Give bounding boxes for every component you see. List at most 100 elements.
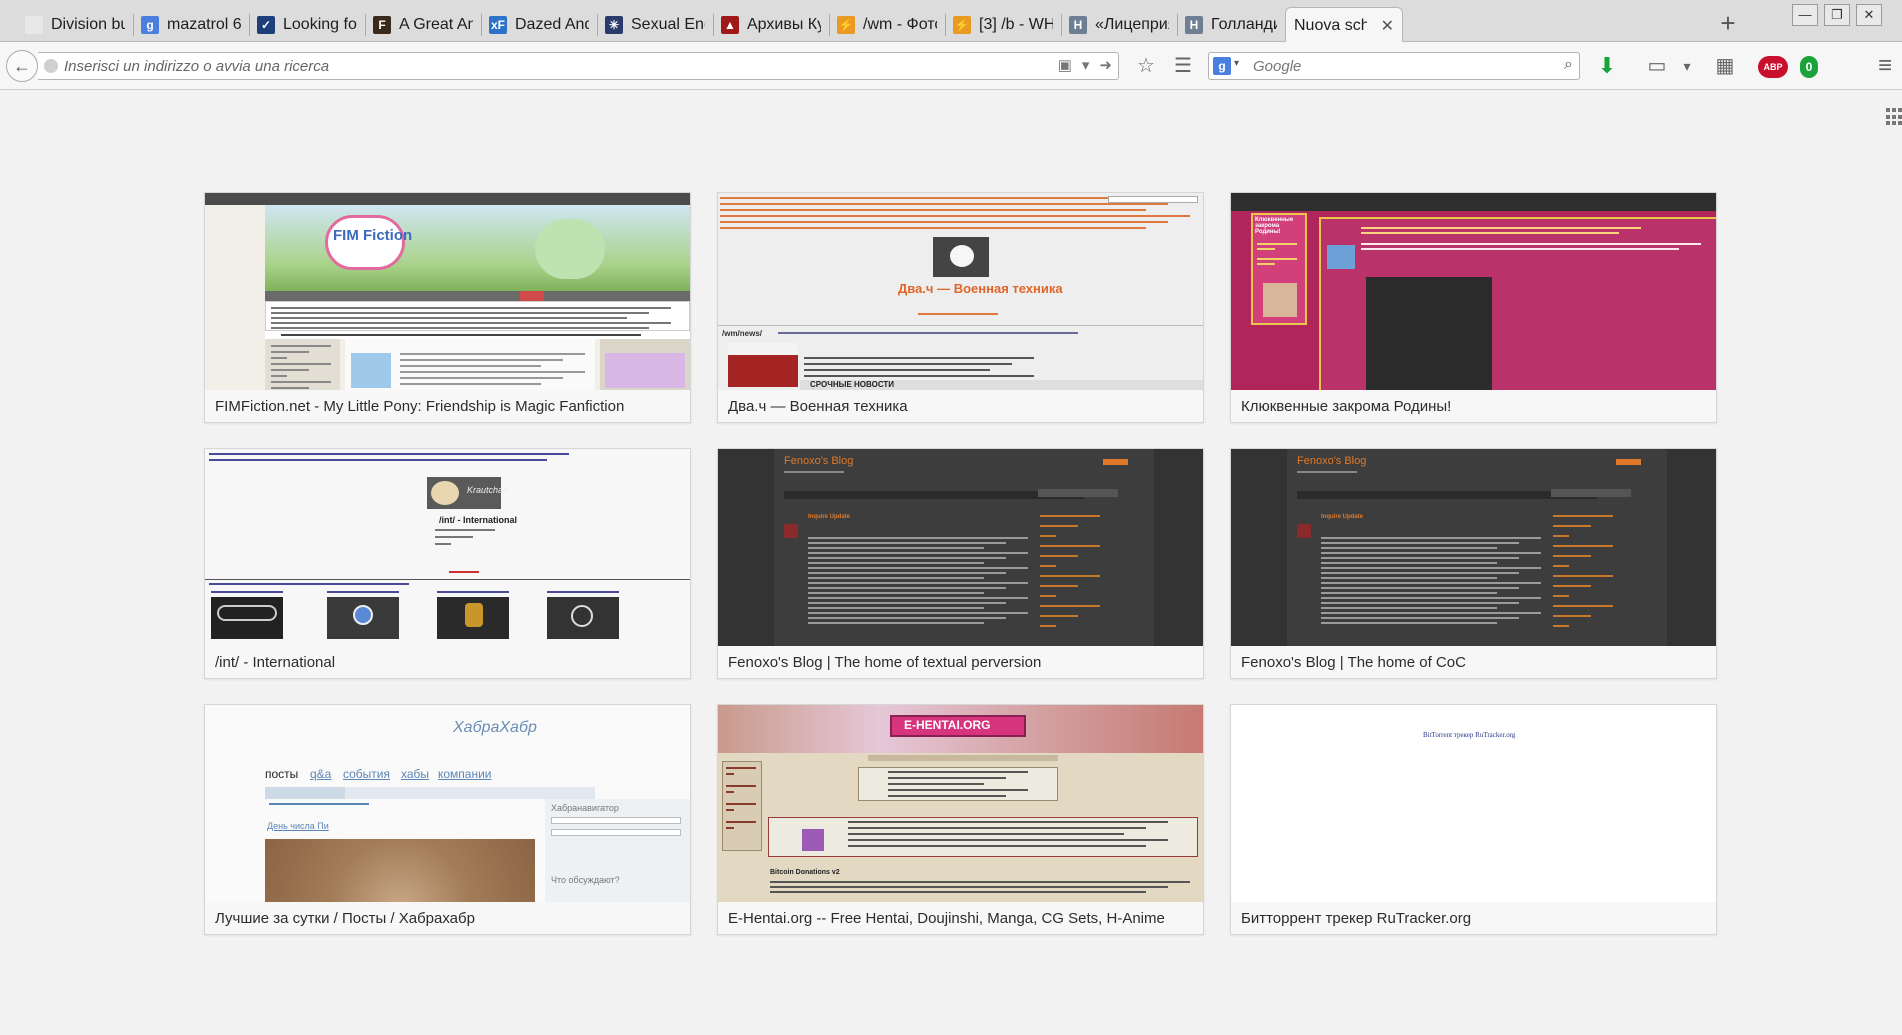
text-line [271, 317, 627, 319]
text-line [808, 567, 1028, 569]
text-line [1040, 615, 1078, 617]
tile-title[interactable]: Fenoxo's Blog | The home of CoC [1241, 654, 1706, 671]
text-line [327, 591, 399, 593]
top-site-tile[interactable]: E-HENTAI.ORG Bitcoin Donations v2 E-Hentai… [717, 704, 1204, 935]
text-line [271, 375, 287, 377]
apps-grid-icon[interactable]: ▦ [1713, 56, 1737, 78]
tile-title[interactable]: Fenoxo's Blog | The home of textual perv… [728, 654, 1193, 671]
address-bar[interactable]: ▣ ▾ ➜ [38, 52, 1119, 80]
pocket-icon[interactable]: ▣ [1058, 56, 1072, 74]
tab-1[interactable]: Division buildin... [17, 8, 133, 42]
site-thumbnail[interactable]: Fenoxo's Blog Inquire Update [718, 449, 1203, 646]
page-icon[interactable]: ▭ [1645, 56, 1669, 78]
adblock-icon[interactable]: ABP [1758, 56, 1788, 78]
text-line [1040, 605, 1100, 607]
text-line [1321, 602, 1519, 604]
tab-9[interactable]: ⚡ [3] /b - WH... [945, 8, 1061, 42]
tile-title[interactable]: Битторрент трекер RuTracker.org [1241, 910, 1706, 927]
xenforo-icon: xF [489, 16, 507, 34]
site-thumbnail[interactable]: Fenoxo's Blog Inquire Update [1231, 449, 1716, 646]
site-thumbnail[interactable]: FIM Fiction [205, 193, 690, 390]
site-thumbnail[interactable]: Клюквенные закрома Родины! [1231, 193, 1716, 390]
tile-title[interactable]: FIMFiction.net - My Little Pony: Friends… [215, 398, 680, 415]
text-line [1553, 575, 1613, 577]
text-line [269, 803, 369, 805]
news-box [768, 817, 1198, 857]
text-line [400, 383, 541, 385]
tile-title[interactable]: Два.ч — Военная техника [728, 398, 1193, 415]
text-line [808, 572, 1006, 574]
tab-6[interactable]: ✳ Sexual Enco... [597, 8, 713, 42]
tab-8[interactable]: ⚡ /wm - Фото... [829, 8, 945, 42]
text-line [808, 542, 1006, 544]
site-thumbnail[interactable]: ХабраХабр посты q&a события хабы компании День… [205, 705, 690, 902]
tab-3[interactable]: ✓ Looking for... [249, 8, 365, 42]
google-icon[interactable]: g [1213, 57, 1231, 75]
dropdown-caret-icon[interactable]: ▾ [1675, 56, 1699, 78]
tile-title[interactable]: Лучшие за сутки / Посты / Хабрахабр [215, 910, 680, 927]
top-site-tile[interactable]: FIM Fiction FIMFiction.net - My Little Po… [204, 192, 691, 423]
site-thumbnail[interactable]: BitTorrent трекер RuTracker.org [1231, 705, 1716, 902]
sidebar-image [1263, 283, 1297, 317]
tile-title[interactable]: E-Hentai.org -- Free Hentai, Doujinshi, … [728, 910, 1193, 927]
tile-title[interactable]: Клюквенные закрома Родины! [1241, 398, 1706, 415]
tab-7[interactable]: ▲ Архивы Ку... [713, 8, 829, 42]
tab-11[interactable]: H Голландия ... [1177, 8, 1285, 42]
close-window-button[interactable]: ✕ [1856, 4, 1882, 26]
tab-5[interactable]: xF Dazed And ... [481, 8, 597, 42]
back-button[interactable]: ← [6, 50, 38, 82]
top-site-tile[interactable]: BitTorrent трекер RuTracker.org Битторрен… [1230, 704, 1717, 935]
text-line [1321, 577, 1497, 579]
text-line [726, 791, 734, 793]
url-input[interactable] [64, 56, 1054, 76]
banner-art [431, 481, 459, 505]
tab-label: «Лицеприя... [1095, 16, 1169, 33]
minimize-button[interactable]: — [1792, 4, 1818, 26]
close-tab-icon[interactable]: ✕ [1381, 16, 1394, 36]
text-line [808, 592, 984, 594]
maximize-button[interactable]: ❐ [1824, 4, 1850, 26]
new-tab-button[interactable]: + [1713, 9, 1743, 39]
text-line [720, 203, 1168, 205]
top-site-tile[interactable]: Fenoxo's Blog Inquire Update Fenoxo's Blog… [1230, 448, 1717, 679]
top-site-tile[interactable]: Fenoxo's Blog Inquire Update Fenoxo's Blog… [717, 448, 1204, 679]
text-line [211, 591, 283, 593]
text-line [726, 785, 756, 787]
site-identity-icon[interactable] [44, 59, 58, 73]
text-line [770, 891, 1146, 893]
top-site-tile[interactable]: Два.ч — Военная техника/wm/news/СРОЧНЫЕ … [717, 192, 1204, 423]
text-line [808, 622, 984, 624]
text-line [271, 345, 331, 347]
site-thumbnail[interactable]: Krautchan/int/ - International [205, 449, 690, 646]
tab-2[interactable]: g mazatrol 64... [133, 8, 249, 42]
text-line [271, 357, 287, 359]
text-line [888, 795, 1006, 797]
text-line [848, 839, 1168, 841]
grid-toggle-icon[interactable] [1886, 108, 1902, 126]
text-line [1321, 587, 1519, 589]
search-icon[interactable]: ⌕ [1564, 56, 1573, 74]
search-input[interactable] [1253, 56, 1543, 76]
download-icon[interactable]: ⬇ [1595, 55, 1619, 78]
tab-4[interactable]: F A Great An... [365, 8, 481, 42]
tile-title[interactable]: /int/ - International [215, 654, 680, 671]
history-dropdown-icon[interactable]: ▾ [1082, 56, 1090, 74]
site-thumbnail[interactable]: E-HENTAI.ORG Bitcoin Donations v2 [718, 705, 1203, 902]
text-line [1361, 243, 1701, 245]
text-line [808, 552, 1028, 554]
top-site-tile[interactable]: Клюквенные закрома Родины! Клюквенные зак… [1230, 192, 1717, 423]
search-bar[interactable]: g ▾ ⌕ [1208, 52, 1580, 80]
bookmark-star-icon[interactable]: ☆ [1134, 56, 1158, 78]
top-site-tile[interactable]: ХабраХабр посты q&a события хабы компании День… [204, 704, 691, 935]
chevron-down-icon[interactable]: ▾ [1234, 58, 1239, 69]
text-line [1257, 258, 1297, 260]
site-thumbnail[interactable]: Два.ч — Военная техника/wm/news/СРОЧНЫЕ … [718, 193, 1203, 390]
text-line [1361, 232, 1619, 234]
tab-10[interactable]: H «Лицеприя... [1061, 8, 1177, 42]
go-arrow-icon[interactable]: ➜ [1099, 56, 1112, 74]
menu-icon[interactable]: ≡ [1873, 54, 1897, 78]
top-site-tile[interactable]: Krautchan/int/ - International/int/ - In… [204, 448, 691, 679]
reading-list-icon[interactable]: ☰ [1171, 56, 1195, 78]
tab-12[interactable]: Nuova scheda ✕ [1285, 7, 1403, 43]
ghostery-icon[interactable]: 0 [1800, 56, 1818, 78]
